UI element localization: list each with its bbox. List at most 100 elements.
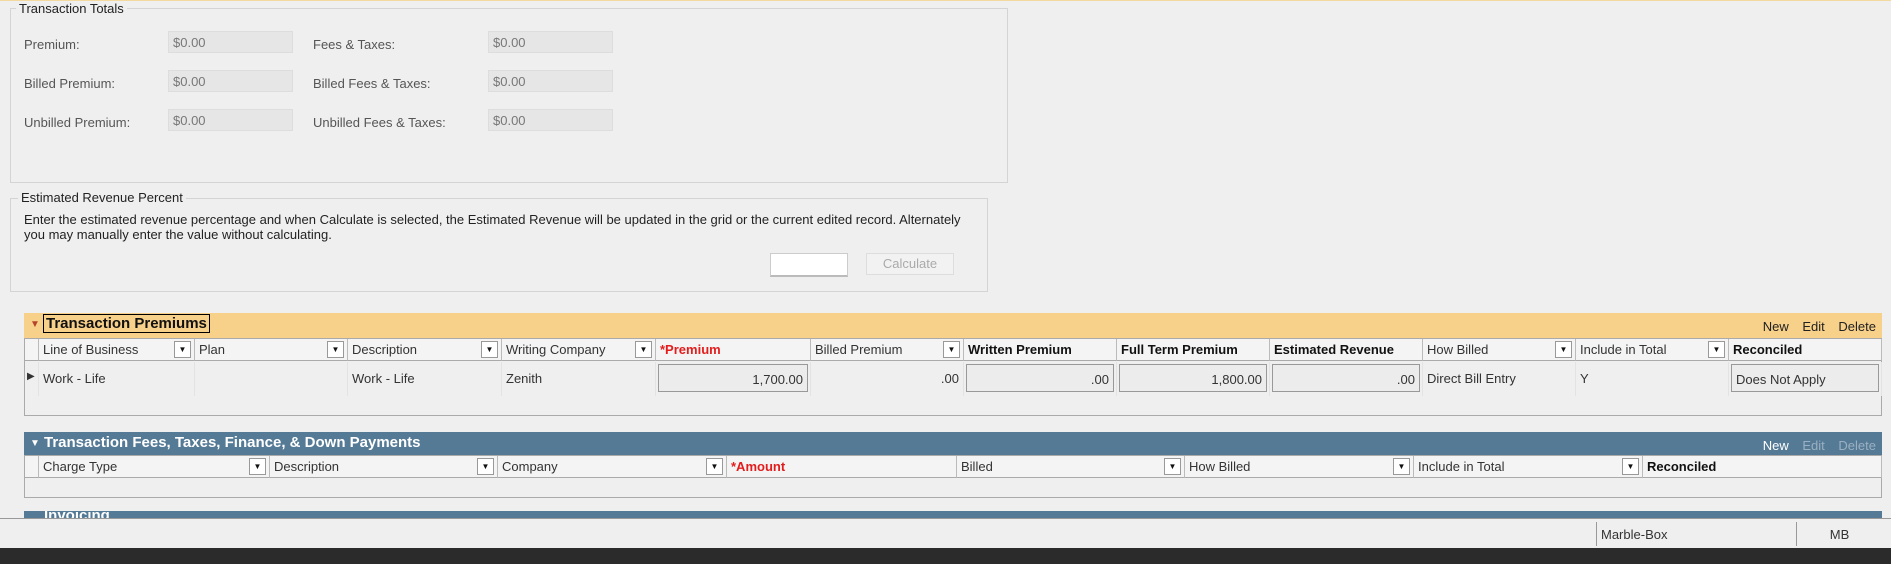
cell-value[interactable]: Does Not Apply [1731,364,1879,392]
cell-value[interactable]: .00 [966,364,1114,392]
filter-dropdown-icon[interactable]: ▼ [706,458,723,475]
edit-link[interactable]: Edit [1802,319,1824,334]
column-header-label: *Premium [660,342,721,357]
fees-grid: Charge Type ▼ Description ▼ Company ▼ *Amount B… [24,455,1882,498]
table-cell[interactable]: Work - Life [39,362,195,396]
table-cell[interactable]: .00 [964,362,1117,396]
column-header-label: Include in Total [1580,342,1667,357]
column-header[interactable]: Include in Total ▼ [1576,339,1729,361]
column-header-label: Estimated Revenue [1274,342,1394,357]
revenue-percent-input[interactable] [770,253,848,277]
filter-dropdown-icon[interactable]: ▼ [635,341,652,358]
edit-link[interactable]: Edit [1802,438,1824,453]
table-cell[interactable]: Zenith [502,362,656,396]
table-cell[interactable]: 1,800.00 [1117,362,1270,396]
column-header-label: How Billed [1189,459,1251,474]
table-cell[interactable]: 1,700.00 [656,362,811,396]
taskbar [0,548,1891,564]
column-header[interactable]: Writing Company ▼ [502,339,656,361]
table-cell[interactable]: .00 [811,362,964,396]
column-header-label: How Billed [1427,342,1489,357]
column-header[interactable]: Include in Total ▼ [1414,456,1643,478]
table-cell[interactable]: .00 [1270,362,1423,396]
filter-dropdown-icon[interactable]: ▼ [943,341,960,358]
filter-dropdown-icon[interactable]: ▼ [1622,458,1639,475]
delete-link[interactable]: Delete [1838,319,1876,334]
premium-label: Premium: [24,37,80,52]
filter-dropdown-icon[interactable]: ▼ [1393,458,1410,475]
delete-link[interactable]: Delete [1838,438,1876,453]
current-row-indicator-icon: ▶ [25,362,39,396]
column-header-label: *Amount [731,459,786,474]
transaction-totals-legend: Transaction Totals [16,1,127,16]
status-company: Marble-Box [1596,522,1794,546]
column-header[interactable]: How Billed ▼ [1185,456,1414,478]
filter-dropdown-icon[interactable]: ▼ [1708,341,1725,358]
collapse-triangle-icon[interactable]: ▼ [30,319,40,330]
section-title[interactable]: Transaction Fees, Taxes, Finance, & Down… [44,434,421,451]
estimated-revenue-legend: Estimated Revenue Percent [18,190,186,205]
column-header[interactable]: Plan ▼ [195,339,348,361]
billed-premium-value: $0.00 [168,70,293,92]
column-header-label: Description [352,342,418,357]
column-header-label: Plan [199,342,226,357]
column-header[interactable]: Estimated Revenue [1270,339,1423,361]
column-header-label: Written Premium [968,342,1072,357]
filter-dropdown-icon[interactable]: ▼ [174,341,191,358]
column-header[interactable]: Full Term Premium [1117,339,1270,361]
filter-dropdown-icon[interactable]: ▼ [477,458,494,475]
table-cell[interactable]: Does Not Apply [1729,362,1882,396]
column-header-label: Writing Company [506,342,606,357]
column-header[interactable]: Billed ▼ [957,456,1185,478]
column-header[interactable]: Description ▼ [348,339,502,361]
transaction-fees-header: ▼ Transaction Fees, Taxes, Finance, & Do… [24,432,1882,457]
section-title[interactable]: Transaction Premiums [43,314,210,333]
filter-dropdown-icon[interactable]: ▼ [1555,341,1572,358]
filter-dropdown-icon[interactable]: ▼ [481,341,498,358]
column-header[interactable]: *Amount [727,456,957,478]
filter-dropdown-icon[interactable]: ▼ [327,341,344,358]
table-cell[interactable]: Y [1576,362,1729,396]
cell-value[interactable]: 1,800.00 [1119,364,1267,392]
cell-value[interactable]: 1,700.00 [658,364,808,392]
new-link[interactable]: New [1763,319,1789,334]
estimated-revenue-description: Enter the estimated revenue percentage a… [24,212,961,242]
billed-premium-label: Billed Premium: [24,76,116,91]
status-bar: Marble-Box MB [0,518,1891,548]
table-cell[interactable]: Direct Bill Entry [1423,362,1576,396]
column-header[interactable]: Reconciled [1729,339,1882,361]
status-initials: MB [1796,522,1882,546]
column-header[interactable]: How Billed ▼ [1423,339,1576,361]
billed-fees-taxes-value: $0.00 [488,70,613,92]
column-header[interactable]: Billed Premium ▼ [811,339,964,361]
unbilled-fees-taxes-value: $0.00 [488,109,613,131]
calculate-button[interactable]: Calculate [866,253,954,275]
column-header[interactable]: *Premium [656,339,811,361]
fees-taxes-value: $0.00 [488,31,613,53]
column-header-label: Company [502,459,558,474]
column-header[interactable]: Charge Type ▼ [39,456,270,478]
column-header[interactable]: Written Premium [964,339,1117,361]
column-header[interactable]: Company ▼ [498,456,727,478]
column-header-label: Billed [961,459,993,474]
column-header[interactable]: Description ▼ [270,456,498,478]
column-header[interactable]: Line of Business ▼ [39,339,195,361]
table-cell[interactable] [195,362,348,396]
cell-value[interactable]: .00 [1272,364,1420,392]
table-cell[interactable]: Work - Life [348,362,502,396]
column-header-label: Reconciled [1647,459,1717,474]
row-selector-header [25,339,39,361]
column-header-label: Include in Total [1418,459,1505,474]
column-header-label: Billed Premium [815,342,903,357]
column-header[interactable]: Reconciled [1643,456,1882,478]
premiums-grid: Line of Business ▼ Plan ▼ Description ▼ Writin… [24,338,1882,416]
column-header-label: Line of Business [43,342,139,357]
row-selector-header [25,456,39,478]
column-header-label: Charge Type [43,459,118,474]
unbilled-fees-taxes-label: Unbilled Fees & Taxes: [313,115,446,130]
filter-dropdown-icon[interactable]: ▼ [249,458,266,475]
unbilled-premium-value: $0.00 [168,109,293,131]
collapse-triangle-icon[interactable]: ▼ [30,438,40,449]
new-link[interactable]: New [1763,438,1789,453]
filter-dropdown-icon[interactable]: ▼ [1164,458,1181,475]
